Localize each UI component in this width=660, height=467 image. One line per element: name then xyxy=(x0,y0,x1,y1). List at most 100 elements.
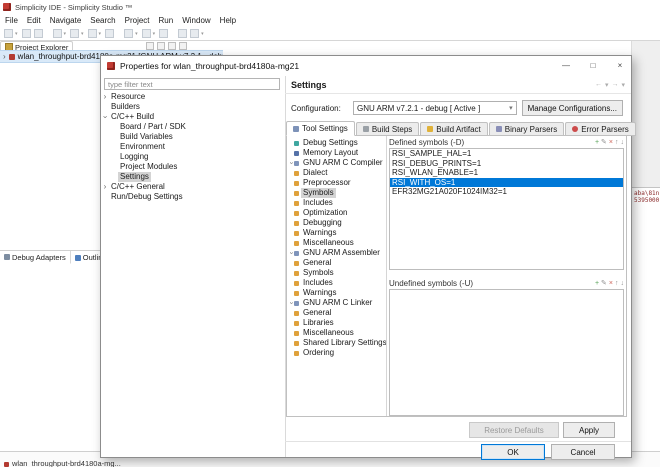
nav-item-cpp-build[interactable]: ›C/C++ Build xyxy=(101,112,285,122)
close-icon[interactable]: × xyxy=(609,56,631,76)
collapse-all-icon[interactable] xyxy=(146,42,154,50)
tree-item-ld-libraries[interactable]: Libraries xyxy=(287,318,386,328)
add-icon[interactable]: + xyxy=(595,280,599,287)
nav-item-project-modules[interactable]: Project Modules xyxy=(101,162,285,172)
symbol-row[interactable]: RSI_WLAN_ENABLE=1 xyxy=(390,168,623,178)
toolbar-button[interactable] xyxy=(178,29,187,38)
maximize-icon[interactable]: □ xyxy=(582,56,604,76)
tree-item-memory-layout[interactable]: Memory Layout xyxy=(287,148,386,158)
nav-item-builders[interactable]: Builders xyxy=(101,102,285,112)
minimize-icon[interactable]: — xyxy=(555,56,577,76)
tab-tool-settings[interactable]: Tool Settings xyxy=(286,121,355,136)
forward-icon[interactable]: → xyxy=(611,81,618,89)
move-up-icon[interactable]: ↑ xyxy=(615,280,619,287)
dialog-titlebar[interactable]: Properties for wlan_throughput-brd4180a-… xyxy=(101,56,631,76)
symbol-row[interactable]: RSI_SAMPLE_HAL=1 xyxy=(390,149,623,159)
toolbar-button[interactable] xyxy=(88,29,97,38)
tab-build-steps[interactable]: Build Steps xyxy=(356,122,419,136)
apply-button[interactable]: Apply xyxy=(563,422,615,438)
tree-item-debugging[interactable]: Debugging xyxy=(287,218,386,228)
toolbar-button[interactable] xyxy=(22,29,31,38)
tree-item-asm-includes[interactable]: Includes xyxy=(287,278,386,288)
nav-item-run-debug-settings[interactable]: Run/Debug Settings xyxy=(101,192,285,202)
symbol-row[interactable]: RSI_DEBUG_PRINTS=1 xyxy=(390,159,623,169)
expander-icon[interactable]: › xyxy=(287,300,296,307)
expander-icon[interactable]: › xyxy=(101,113,110,121)
app-titlebar: Simplicity IDE - Simplicity Studio ™ xyxy=(0,0,660,14)
menu-edit[interactable]: Edit xyxy=(27,16,41,25)
toolbar-button[interactable] xyxy=(190,29,199,38)
tree-item-shared-library-settings[interactable]: Shared Library Settings xyxy=(287,338,386,348)
tree-item-includes[interactable]: Includes xyxy=(287,198,386,208)
delete-icon[interactable]: × xyxy=(609,139,613,146)
toolbar-button[interactable] xyxy=(159,29,168,38)
dropdown-icon[interactable]: ▾ xyxy=(621,81,625,89)
configuration-select[interactable]: GNU ARM v7.2.1 - debug [ Active ] ▾ xyxy=(353,101,517,115)
tree-item-asm-warnings[interactable]: Warnings xyxy=(287,288,386,298)
menu-navigate[interactable]: Navigate xyxy=(50,16,82,25)
tab-binary-parsers[interactable]: Binary Parsers xyxy=(489,122,564,136)
nav-item-resource[interactable]: ›Resource xyxy=(101,92,285,102)
toolbar-button[interactable] xyxy=(4,29,13,38)
move-up-icon[interactable]: ↑ xyxy=(615,139,619,146)
menu-search[interactable]: Search xyxy=(90,16,115,25)
manage-configurations-button[interactable]: Manage Configurations... xyxy=(522,100,623,116)
nav-item-build-variables[interactable]: Build Variables xyxy=(101,132,285,142)
tree-item-optimization[interactable]: Optimization xyxy=(287,208,386,218)
back-icon[interactable]: ← xyxy=(595,81,602,89)
maximize-view-icon[interactable] xyxy=(179,42,187,50)
tree-item-dialect[interactable]: Dialect xyxy=(287,168,386,178)
nav-item-cpp-general[interactable]: ›C/C++ General xyxy=(101,182,285,192)
toolbar-button[interactable] xyxy=(105,29,114,38)
nav-item-environment[interactable]: Environment xyxy=(101,142,285,152)
tab-build-artifact[interactable]: Build Artifact xyxy=(420,122,487,136)
expander-icon[interactable]: › xyxy=(3,53,6,61)
move-down-icon[interactable]: ↓ xyxy=(621,139,625,146)
tree-item-asm-symbols[interactable]: Symbols xyxy=(287,268,386,278)
edit-icon[interactable]: ✎ xyxy=(601,139,607,146)
tree-item-ordering[interactable]: Ordering xyxy=(287,348,386,358)
tree-item-warnings[interactable]: Warnings xyxy=(287,228,386,238)
filter-input[interactable] xyxy=(104,78,280,90)
tree-item-debug-settings[interactable]: Debug Settings xyxy=(287,138,386,148)
menu-file[interactable]: File xyxy=(5,16,18,25)
toolbar-button[interactable] xyxy=(142,29,151,38)
nav-item-settings[interactable]: Settings xyxy=(101,172,285,182)
tree-item-assembler[interactable]: ›GNU ARM Assembler xyxy=(287,248,386,258)
symbol-row-selected[interactable]: RSI_WITH_OS=1 xyxy=(390,178,623,188)
toolbar-button[interactable] xyxy=(124,29,133,38)
expander-icon[interactable]: › xyxy=(287,250,296,257)
add-icon[interactable]: + xyxy=(595,139,599,146)
expander-icon[interactable]: › xyxy=(287,160,296,167)
move-down-icon[interactable]: ↓ xyxy=(621,280,625,287)
tree-item-ld-miscellaneous[interactable]: Miscellaneous xyxy=(287,328,386,338)
tree-item-symbols[interactable]: Symbols xyxy=(287,188,386,198)
tree-item-ld-general[interactable]: General xyxy=(287,308,386,318)
expander-icon[interactable]: › xyxy=(101,182,109,192)
tab-debug-adapters[interactable]: Debug Adapters xyxy=(0,251,71,264)
ok-button[interactable]: OK xyxy=(481,444,545,460)
nav-item-board-part-sdk[interactable]: Board / Part / SDK xyxy=(101,122,285,132)
tab-error-parsers[interactable]: Error Parsers xyxy=(565,122,636,136)
edit-icon[interactable]: ✎ xyxy=(601,280,607,287)
toolbar-button[interactable] xyxy=(70,29,79,38)
expander-icon[interactable]: › xyxy=(101,92,109,102)
nav-item-logging[interactable]: Logging xyxy=(101,152,285,162)
toolbar-button[interactable] xyxy=(53,29,62,38)
view-menu-icon[interactable] xyxy=(157,42,165,50)
tree-item-linker[interactable]: ›GNU ARM C Linker xyxy=(287,298,386,308)
tree-item-asm-general[interactable]: General xyxy=(287,258,386,268)
minimize-view-icon[interactable] xyxy=(168,42,176,50)
menu-help[interactable]: Help xyxy=(220,16,236,25)
cancel-button[interactable]: Cancel xyxy=(551,444,615,460)
menu-project[interactable]: Project xyxy=(125,16,150,25)
delete-icon[interactable]: × xyxy=(609,280,613,287)
tree-item-preprocessor[interactable]: Preprocessor xyxy=(287,178,386,188)
tree-item-c-compiler[interactable]: ›GNU ARM C Compiler xyxy=(287,158,386,168)
symbol-row[interactable]: EFR32MG21A020F1024IM32=1 xyxy=(390,187,623,197)
toolbar-button[interactable] xyxy=(34,29,43,38)
menu-run[interactable]: Run xyxy=(159,16,174,25)
menu-window[interactable]: Window xyxy=(182,16,210,25)
dropdown-icon[interactable]: ▾ xyxy=(605,81,609,89)
tree-item-miscellaneous[interactable]: Miscellaneous xyxy=(287,238,386,248)
